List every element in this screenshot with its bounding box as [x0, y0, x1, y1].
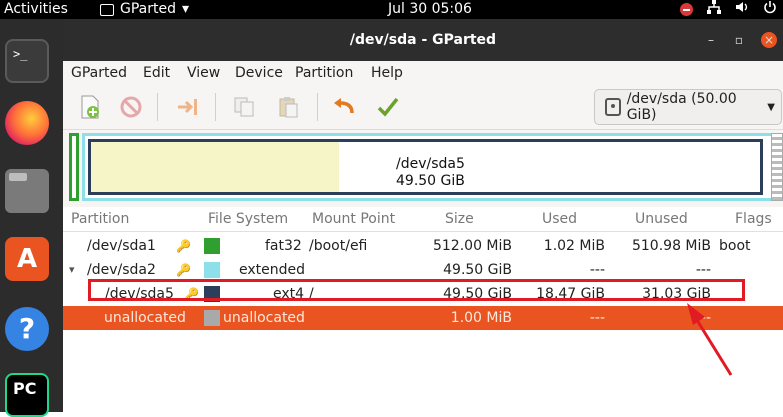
help-icon[interactable]: ?	[5, 307, 49, 351]
table-row[interactable]: /dev/sda1 🔑 fat32 /boot/efi 512.00 MiB 1…	[63, 234, 783, 258]
app-menu-label: GParted	[120, 1, 176, 17]
app-menu[interactable]: GParted ▾	[100, 0, 189, 19]
undo-icon[interactable]	[331, 94, 357, 120]
clock[interactable]: Jul 30 05:06	[388, 0, 472, 19]
window-title: /dev/sda - GParted	[349, 32, 497, 48]
column-header-unused[interactable]: Unused	[635, 207, 688, 231]
store-glyph: A	[16, 244, 38, 274]
toolbar: /dev/sda (50.00 GiB) ▼	[63, 85, 783, 130]
app-icon	[100, 3, 114, 16]
column-header-flags[interactable]: Flags	[735, 207, 772, 231]
pycharm-icon[interactable]: PC	[5, 373, 49, 417]
column-header-partition[interactable]: Partition	[71, 207, 129, 231]
column-header-size[interactable]: Size	[445, 207, 474, 231]
apply-icon[interactable]	[375, 94, 401, 120]
partition-block-size: 49.50 GiB	[396, 173, 465, 189]
used-space-bar	[91, 142, 339, 192]
mount-point: /boot/efi	[309, 238, 368, 254]
chevron-down-icon: ▾	[182, 1, 190, 17]
table-header: Partition File System Mount Point Size U…	[63, 207, 783, 232]
new-partition-icon[interactable]	[77, 94, 103, 120]
partition-block-sda5[interactable]: /dev/sda5 49.50 GiB	[88, 139, 763, 195]
title-bar[interactable]: /dev/sda - GParted – ▫ ×	[63, 19, 783, 61]
top-bar: Activities GParted ▾ Jul 30 05:06	[0, 0, 783, 19]
partition-name: unallocated	[104, 310, 186, 326]
column-header-file-system[interactable]: File System	[208, 207, 288, 231]
key-icon: 🔑	[176, 239, 191, 253]
partition-used: 1.02 MiB	[543, 238, 605, 254]
files-icon[interactable]	[5, 169, 49, 213]
menu-gparted[interactable]: GParted	[71, 61, 127, 85]
file-system: unallocated	[223, 310, 305, 326]
device-selector[interactable]: /dev/sda (50.00 GiB) ▼	[594, 89, 782, 125]
partition-block-name: /dev/sda5	[396, 156, 465, 172]
copy-icon[interactable]	[231, 94, 257, 120]
power-icon[interactable]	[763, 0, 777, 20]
partition-table: Partition File System Mount Point Size U…	[63, 207, 783, 412]
partition-block-unallocated[interactable]	[771, 133, 783, 201]
menu-help[interactable]: Help	[371, 61, 403, 85]
dock: >_ A ? PC	[0, 19, 63, 417]
fs-color-swatch	[204, 234, 220, 258]
partition-unused: 510.98 MiB	[631, 238, 711, 254]
firefox-icon[interactable]	[5, 101, 49, 145]
annotation-arrow	[687, 303, 733, 376]
menu-partition[interactable]: Partition	[295, 61, 353, 85]
gparted-window: /dev/sda - GParted – ▫ × GParted Edit Vi…	[63, 19, 783, 412]
menu-bar: GParted Edit View Device Partition Help	[63, 61, 783, 85]
partition-block-label: /dev/sda5 49.50 GiB	[396, 156, 465, 190]
partition-used: ---	[589, 310, 605, 326]
column-header-used[interactable]: Used	[542, 207, 577, 231]
device-label: /dev/sda (50.00 GiB)	[626, 91, 737, 123]
resize-move-icon[interactable]	[175, 94, 201, 120]
column-header-mount-point[interactable]: Mount Point	[312, 207, 395, 231]
toolbar-separator	[157, 93, 158, 121]
partition-size: 1.00 MiB	[450, 310, 512, 326]
menu-device[interactable]: Device	[235, 61, 283, 85]
chevron-down-icon: ▼	[767, 101, 775, 113]
delete-icon[interactable]	[118, 94, 144, 120]
partition-map: /dev/sda5 49.50 GiB	[67, 131, 783, 217]
close-button[interactable]: ×	[761, 32, 777, 48]
expander-icon[interactable]: ▾	[69, 258, 75, 282]
terminal-glyph: >_	[13, 47, 28, 61]
harddisk-icon	[605, 98, 621, 116]
pycharm-glyph: PC	[13, 379, 37, 398]
system-tray[interactable]	[680, 0, 777, 19]
minimize-button[interactable]: –	[703, 32, 719, 48]
toolbar-separator	[215, 93, 216, 121]
activities-button[interactable]: Activities	[4, 0, 68, 19]
help-glyph: ?	[18, 312, 36, 345]
menu-view[interactable]: View	[187, 61, 220, 85]
stop-icon[interactable]	[680, 3, 693, 16]
paste-icon[interactable]	[275, 94, 301, 120]
partition-name: /dev/sda1	[87, 238, 156, 254]
partition-size: 512.00 MiB	[432, 238, 512, 254]
partition-block-sda1[interactable]	[69, 133, 79, 201]
annotation-highlight-box	[88, 279, 745, 301]
fs-color-swatch	[204, 306, 220, 330]
terminal-icon[interactable]: >_	[5, 39, 49, 83]
partition-block-extended[interactable]: /dev/sda5 49.50 GiB	[82, 133, 774, 201]
partition-flags: boot	[719, 238, 751, 254]
file-system: fat32	[265, 238, 302, 254]
toolbar-separator	[317, 93, 318, 121]
menu-edit[interactable]: Edit	[143, 61, 170, 85]
maximize-button[interactable]: ▫	[731, 32, 747, 48]
software-store-icon[interactable]: A	[5, 237, 49, 281]
network-icon[interactable]	[707, 0, 721, 20]
volume-icon[interactable]	[735, 0, 749, 20]
